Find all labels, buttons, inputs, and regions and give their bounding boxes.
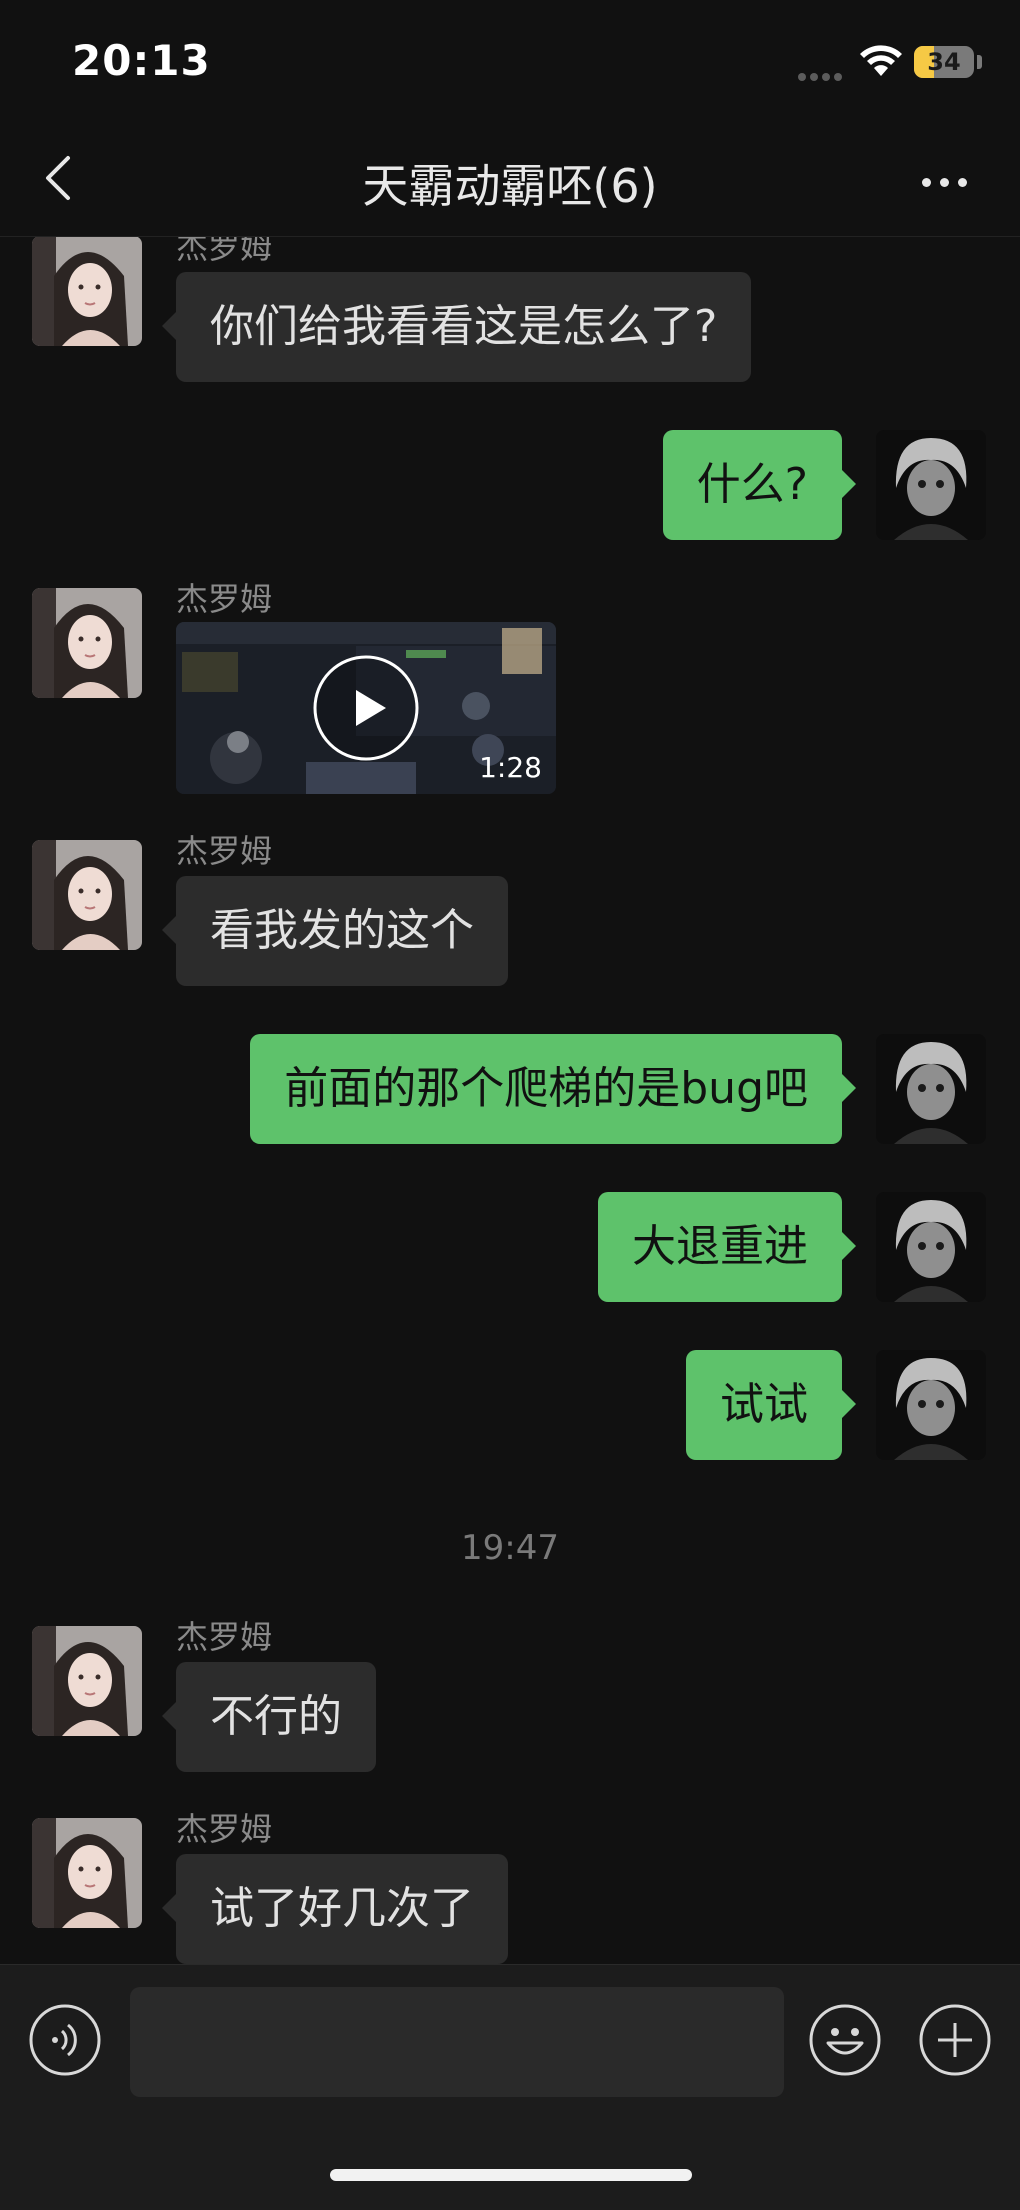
voice-icon[interactable] [28,2003,102,2077]
self-avatar[interactable] [876,430,986,540]
self-avatar[interactable] [876,1350,986,1460]
incoming-message[interactable]: 你们给我看看这是怎么了? [161,272,752,382]
wifi-icon [860,45,902,76]
emoji-icon[interactable] [808,2003,882,2077]
outgoing-message[interactable]: 大退重进 [598,1192,856,1302]
battery-level: 34 [927,48,961,76]
cellular-signal-icon [798,66,846,81]
status-time: 20:13 [72,36,211,85]
chevron-left-icon[interactable] [30,148,90,208]
outgoing-message[interactable]: 前面的那个爬梯的是bug吧 [250,1034,856,1144]
battery-cap [977,55,982,69]
message-list[interactable]: 杰罗姆 你们给我看看这是怎么了? 什么? 杰罗姆 1:28 杰罗姆 看我发的这个 [0,236,1020,1964]
video-message[interactable]: 1:28 [176,622,556,794]
outgoing-message[interactable]: 试试 [686,1350,856,1460]
more-dots-icon[interactable] [910,150,980,210]
message-input[interactable] [130,1987,784,2097]
plus-icon[interactable] [918,2003,992,2077]
sender-name: 杰罗姆 [176,236,273,266]
sender-avatar[interactable] [32,236,142,346]
sender-avatar[interactable] [32,1626,142,1736]
self-avatar[interactable] [876,1034,986,1144]
sender-name: 杰罗姆 [176,1618,273,1656]
battery-indicator: 34 [914,46,974,78]
sender-name: 杰罗姆 [176,832,273,870]
timestamp: 19:47 [461,1528,559,1568]
chat-title: 天霸动霸呸(6) [362,159,658,213]
sender-avatar[interactable] [32,840,142,950]
incoming-message[interactable]: 试了好几次了 [162,1854,508,1964]
outgoing-message[interactable]: 什么? [662,430,857,540]
sender-avatar[interactable] [32,1818,142,1928]
input-bar [0,1964,1020,2210]
home-indicator [330,2169,692,2181]
sender-avatar[interactable] [32,588,142,698]
incoming-message[interactable]: 不行的 [162,1662,376,1772]
play-icon[interactable] [312,654,420,762]
video-duration: 1:28 [479,751,542,784]
chat-header: 天霸动霸呸(6) [0,120,1020,237]
sender-name: 杰罗姆 [176,1810,273,1848]
self-avatar[interactable] [876,1192,986,1302]
incoming-message[interactable]: 看我发的这个 [162,876,508,986]
sender-name: 杰罗姆 [176,580,273,618]
status-bar: 20:13 34 [0,0,1020,120]
